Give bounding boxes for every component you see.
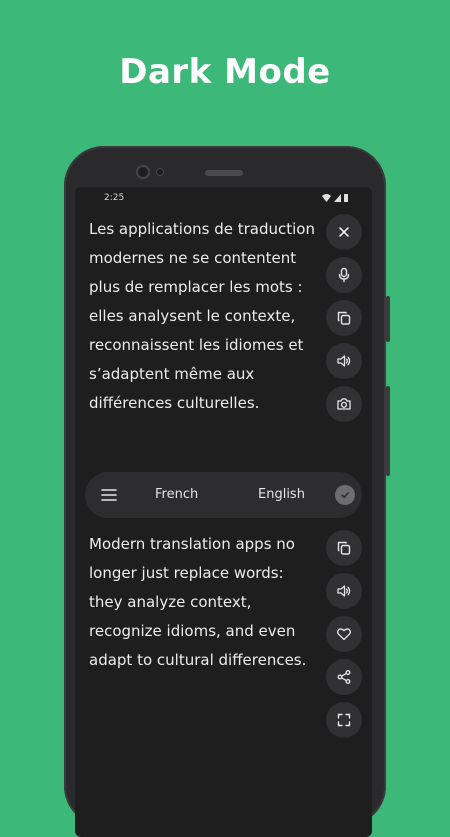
speaker-icon bbox=[337, 585, 351, 597]
confirm-button[interactable] bbox=[335, 485, 355, 505]
microphone-icon bbox=[338, 267, 350, 283]
wifi-icon bbox=[322, 194, 331, 202]
target-language[interactable]: English bbox=[258, 487, 305, 502]
cellular-icon bbox=[334, 194, 341, 202]
close-icon bbox=[339, 227, 349, 237]
status-time: 2:25 bbox=[104, 193, 125, 203]
favorite-button[interactable] bbox=[326, 616, 362, 652]
phone-frame: 2:25 Les applications de traduction mode… bbox=[64, 146, 390, 837]
speaker-icon bbox=[337, 355, 351, 367]
heart-icon bbox=[337, 628, 351, 641]
translated-text: Modern translation apps no longer just r… bbox=[89, 535, 307, 669]
voice-input-button[interactable] bbox=[326, 257, 362, 293]
fullscreen-icon bbox=[337, 713, 351, 727]
battery-icon bbox=[344, 194, 348, 202]
menu-icon[interactable] bbox=[99, 485, 119, 505]
copy-icon bbox=[337, 311, 351, 325]
copy-icon bbox=[337, 541, 351, 555]
status-bar: 2:25 bbox=[75, 187, 372, 209]
target-actions bbox=[326, 530, 362, 745]
headline: Dark Mode bbox=[119, 52, 331, 92]
share-icon bbox=[337, 670, 351, 684]
camera-icon bbox=[337, 398, 351, 410]
power-button bbox=[386, 386, 390, 476]
speak-source-button[interactable] bbox=[326, 343, 362, 379]
volume-button bbox=[386, 296, 390, 342]
proximity-sensor bbox=[156, 168, 164, 176]
camera-input-button[interactable] bbox=[326, 386, 362, 422]
source-language[interactable]: French bbox=[155, 487, 198, 502]
status-icons bbox=[322, 194, 348, 202]
speak-translation-button[interactable] bbox=[326, 573, 362, 609]
source-text[interactable]: Les applications de traduction modernes … bbox=[89, 215, 319, 418]
clear-button[interactable] bbox=[326, 214, 362, 250]
earpiece bbox=[205, 170, 243, 176]
share-button[interactable] bbox=[326, 659, 362, 695]
app-screen: 2:25 Les applications de traduction mode… bbox=[75, 187, 372, 837]
check-icon bbox=[341, 492, 349, 499]
source-actions bbox=[326, 214, 362, 429]
language-bar: French English bbox=[85, 472, 362, 518]
copy-source-button[interactable] bbox=[326, 300, 362, 336]
front-camera bbox=[136, 165, 150, 179]
fullscreen-button[interactable] bbox=[326, 702, 362, 738]
copy-translation-button[interactable] bbox=[326, 530, 362, 566]
